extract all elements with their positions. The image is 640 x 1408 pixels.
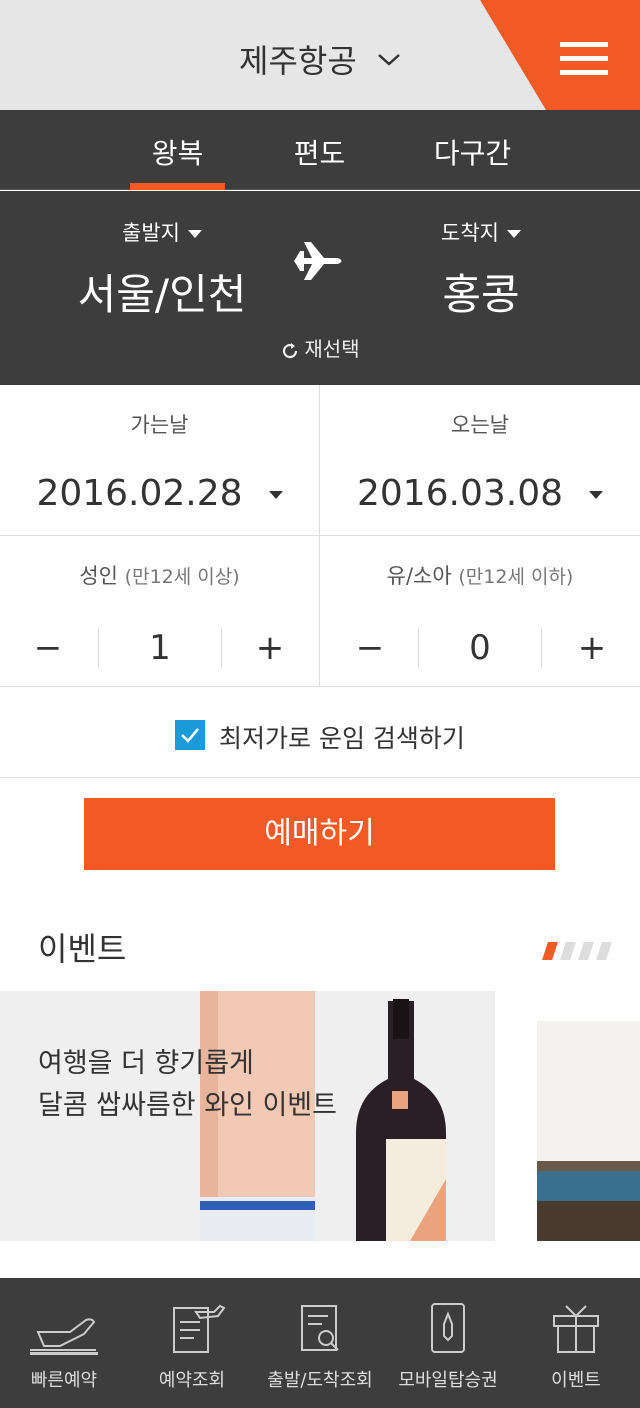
child-stepper: − 0 + (320, 628, 640, 668)
nav-events-label: 이벤트 (551, 1370, 601, 1391)
plane-icon (30, 1318, 96, 1351)
departure-city: 서울/인천 (77, 270, 247, 319)
dropdown-arrow-icon (589, 491, 604, 499)
chevron-down-icon (378, 54, 400, 66)
return-date-select[interactable]: 2016.03.08 (320, 473, 640, 514)
pager-dot[interactable] (560, 942, 576, 960)
lowest-fare-label[interactable]: 최저가로 운임 검색하기 (219, 719, 465, 755)
adult-minus-button[interactable]: − (18, 628, 78, 668)
depart-date-cell: 가는날 2016.02.28 (0, 385, 320, 536)
event-card-next-image (537, 1021, 640, 1241)
arrival-label: 도착지 (441, 221, 499, 245)
route-panel: 출발지 서울/인천 도착지 홍콩 재선택 (0, 191, 640, 385)
pager-dot[interactable] (542, 942, 558, 960)
refresh-icon (283, 342, 298, 358)
return-date-label: 오는날 (451, 413, 509, 437)
arrival-selector[interactable]: 도착지 홍콩 (361, 191, 601, 322)
child-count: 0 (418, 628, 542, 668)
departure-label-row: 출발지 (42, 217, 282, 247)
adult-age-note: (만12세 이상) (124, 566, 240, 588)
plane-icon (294, 242, 342, 280)
gift-icon (553, 1305, 599, 1353)
book-button[interactable]: 예매하기 (84, 798, 555, 870)
mobile-pass-icon (431, 1303, 465, 1353)
departure-label: 출발지 (122, 221, 180, 245)
nav-flight-status-label: 출발/도착조회 (267, 1370, 373, 1391)
lowest-fare-checkbox[interactable] (175, 720, 205, 750)
return-date-value: 2016.03.08 (356, 473, 564, 514)
events-title: 이벤트 (38, 930, 127, 968)
dropdown-arrow-icon (187, 230, 202, 238)
depart-date-label: 가는날 (130, 413, 189, 437)
checkmark-icon (181, 728, 199, 743)
arrival-city: 홍콩 (442, 270, 520, 319)
departure-selector[interactable]: 출발지 서울/인천 (42, 191, 282, 322)
adult-plus-button[interactable]: + (240, 628, 300, 668)
lowest-fare-row: 최저가로 운임 검색하기 (0, 687, 640, 778)
child-plus-button[interactable]: + (562, 628, 622, 668)
events-pager (542, 942, 613, 960)
ticket-doc-icon (173, 1304, 226, 1353)
return-date-cell: 오는날 2016.03.08 (320, 385, 640, 536)
event-card-next[interactable] (537, 1021, 640, 1241)
adult-label: 성인 (79, 564, 118, 588)
adult-stepper: − 1 + (0, 628, 319, 668)
depart-date-value: 2016.02.28 (36, 473, 243, 514)
nav-mobile-boarding-pass-label: 모바일탑승권 (398, 1370, 498, 1391)
nav-quick-booking-label: 빠른예약 (30, 1370, 98, 1391)
reselect-label: 재선택 (304, 337, 360, 361)
child-age-note: (만12세 이하) (458, 566, 574, 588)
reselect-button[interactable]: 재선택 (0, 333, 640, 362)
hamburger-icon[interactable] (560, 42, 608, 76)
search-doc-icon (301, 1305, 339, 1351)
adult-count: 1 (98, 628, 222, 668)
event-card-wine[interactable]: 여행을 더 향기롭게 달콤 쌉싸름한 와인 이벤트 (0, 991, 495, 1241)
nav-reservation-lookup[interactable]: 예약조회 (128, 1278, 256, 1408)
child-label: 유/소아 (386, 564, 452, 588)
nav-active-underline (30, 1352, 98, 1355)
nav-flight-status[interactable]: 출발/도착조회 (256, 1278, 384, 1408)
event-card-line1: 여행을 더 향기롭게 (38, 1048, 254, 1079)
event-card-line2: 달콤 쌉싸름한 와인 이벤트 (38, 1090, 337, 1121)
nav-reservation-lookup-label: 예약조회 (158, 1370, 226, 1391)
nav-quick-booking[interactable]: 빠른예약 (0, 1278, 128, 1408)
pager-dot[interactable] (578, 942, 594, 960)
dropdown-arrow-icon (506, 230, 521, 238)
nav-events[interactable]: 이벤트 (512, 1278, 640, 1408)
child-label-row: 유/소아 (만12세 이하) (320, 560, 640, 590)
airline-name: 제주항공 (239, 42, 357, 80)
event-card-text: 여행을 더 향기롭게 달콤 쌉싸름한 와인 이벤트 (38, 1043, 337, 1127)
depart-date-select[interactable]: 2016.02.28 (0, 473, 319, 514)
child-passenger-cell: 유/소아 (만12세 이하) − 0 + (320, 536, 640, 687)
nav-mobile-boarding-pass[interactable]: 모바일탑승권 (384, 1278, 512, 1408)
adult-label-row: 성인 (만12세 이상) (0, 560, 319, 590)
adult-passenger-cell: 성인 (만12세 이상) − 1 + (0, 536, 320, 687)
dropdown-arrow-icon (268, 491, 283, 499)
app-header: 제주항공 (0, 0, 640, 110)
trip-type-tabs: 왕복 편도 다구간 (0, 110, 640, 190)
tab-round-trip[interactable]: 왕복 (130, 110, 225, 190)
child-minus-button[interactable]: − (340, 628, 400, 668)
tab-multi-city[interactable]: 다구간 (420, 110, 525, 190)
arrival-label-row: 도착지 (361, 217, 601, 247)
tab-one-way[interactable]: 편도 (272, 110, 367, 190)
bottom-navigation: 빠른예약 예약조회 출발/도착조회 모바일탑승권 이벤트 (0, 1278, 640, 1408)
pager-dot[interactable] (596, 942, 612, 960)
